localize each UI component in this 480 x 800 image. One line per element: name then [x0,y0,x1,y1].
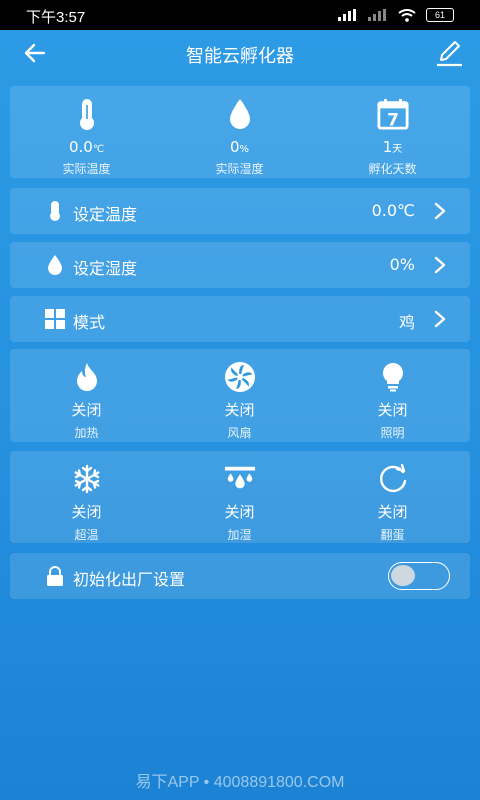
control-fan[interactable]: 关闭 风扇 [163,349,316,441]
grid-icon [44,308,66,330]
stat-incubation-days: 7 1天 孵化天数 [316,86,469,177]
wifi-icon [398,8,416,22]
control-state: 关闭 [224,503,255,521]
setting-value: 鸡 [398,313,415,332]
factory-reset-toggle[interactable] [388,562,450,590]
control-lighting[interactable]: 关闭 照明 [316,349,469,441]
stat-label: 实际温度 [62,162,111,176]
flame-icon [71,361,103,393]
status-bar: 下午3:57 61 [0,0,480,30]
control-label: 风扇 [227,426,252,440]
lock-icon [44,565,66,587]
water-drop-icon [224,96,256,132]
setting-value: 0% [389,255,415,274]
stat-actual-humidity: 0% 实际湿度 [163,86,316,177]
control-state: 关闭 [224,401,255,419]
battery-icon: 61 [426,8,454,22]
stat-value: 0.0 [68,138,93,156]
setting-label: 模式 [73,313,106,332]
control-overheat[interactable]: 关闭 超温 [10,451,163,543]
factory-reset-label: 初始化出厂设置 [73,570,186,589]
control-heating[interactable]: 关闭 加热 [10,349,163,441]
humidifier-icon [224,463,256,495]
setting-label: 设定湿度 [73,259,138,278]
chevron-right-icon [434,256,446,274]
signal-icon [338,9,356,21]
stat-label: 实际湿度 [215,162,264,176]
page-title: 智能云孵化器 [186,46,294,67]
control-state: 关闭 [71,503,102,521]
control-label: 加湿 [227,528,252,542]
calendar-icon: 7 [376,96,409,132]
control-label: 照明 [380,426,405,440]
controls-card-1: 关闭 加热 关闭 风扇 关闭 照明 [10,349,470,442]
factory-reset-row: 初始化出厂设置 [10,553,470,599]
signal-icon-secondary [368,9,386,21]
control-state: 关闭 [377,503,408,521]
status-time: 下午3:57 [26,9,86,26]
stat-value: 0 [229,138,240,156]
app-header: 智能云孵化器 [0,30,480,76]
thermometer-icon [44,200,66,222]
stat-actual-temperature: 0.0℃ 实际温度 [10,86,163,177]
chevron-right-icon [434,310,446,328]
control-label: 超温 [74,528,99,542]
setting-value: 0.0℃ [371,201,415,220]
rotate-icon [377,463,409,495]
toggle-knob [391,565,415,586]
water-drop-icon [44,254,66,276]
control-humidify[interactable]: 关闭 加湿 [163,451,316,543]
setting-row-temperature[interactable]: 设定温度 0.0℃ [10,188,470,234]
watermark: 易下APP • 4008891800.COM [135,774,345,791]
stat-unit: % [239,144,250,155]
chevron-right-icon [434,202,446,220]
thermometer-icon [71,96,103,132]
control-label: 加热 [74,426,99,440]
stat-unit: 天 [392,144,403,155]
setting-row-humidity[interactable]: 设定湿度 0% [10,242,470,288]
controls-card-2: 关闭 超温 关闭 加湿 关闭 翻蛋 [10,451,470,543]
bulb-icon [377,361,409,393]
control-egg-turning[interactable]: 关闭 翻蛋 [316,451,469,543]
snowflake-icon [71,463,103,495]
stats-card: 0.0℃ 实际温度 0% 实际湿度 7 1天 孵化天数 [10,86,470,178]
control-state: 关闭 [71,401,102,419]
stat-label: 孵化天数 [368,162,417,176]
stat-value: 1 [382,138,393,156]
setting-label: 设定温度 [73,205,138,224]
control-state: 关闭 [377,401,408,419]
edit-pencil-icon[interactable] [434,38,464,68]
setting-row-mode[interactable]: 模式 鸡 [10,296,470,342]
stat-unit: ℃ [92,144,105,155]
control-label: 翻蛋 [380,528,405,542]
calendar-day: 7 [387,109,399,129]
fan-icon [224,361,256,393]
